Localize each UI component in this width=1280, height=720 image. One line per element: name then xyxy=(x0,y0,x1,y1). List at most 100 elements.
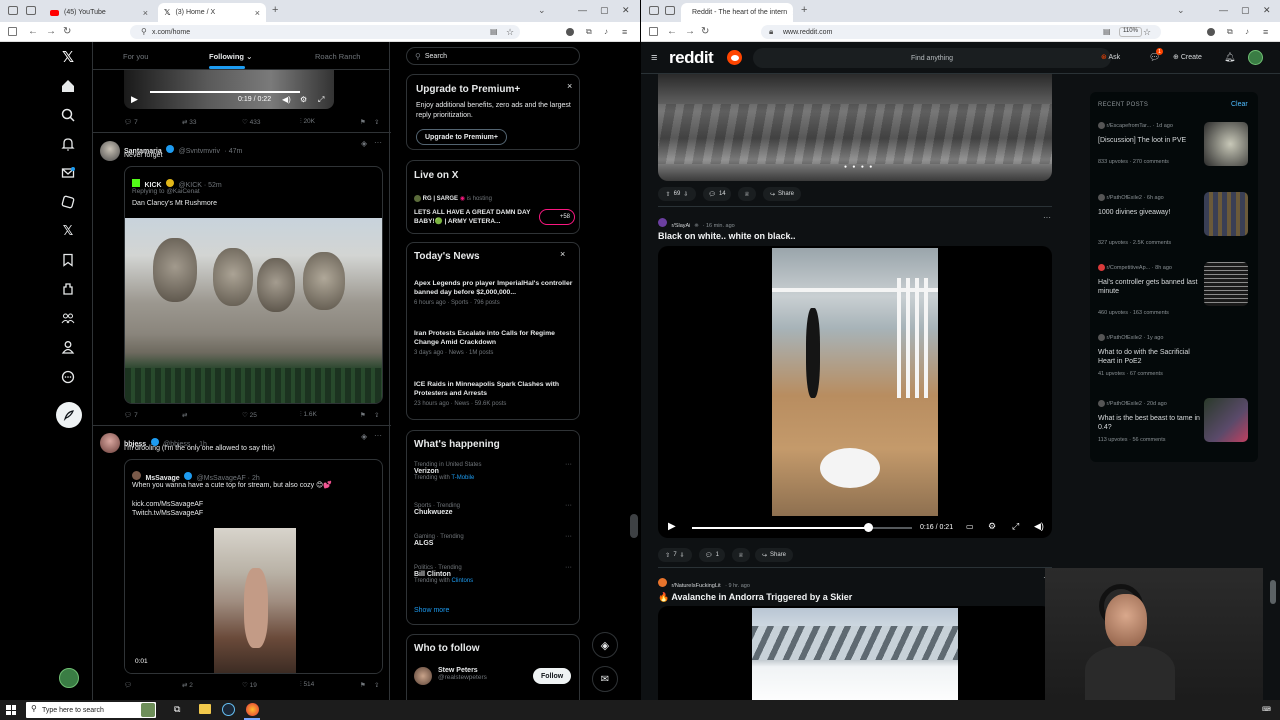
views-button[interactable]: ⫶ 514 xyxy=(300,681,314,689)
rushmore-image[interactable] xyxy=(125,218,382,403)
more-options-icon[interactable]: ··· xyxy=(565,564,572,571)
clear-button[interactable]: Clear xyxy=(1231,101,1248,108)
extension-icon[interactable] xyxy=(566,28,574,36)
share-icon[interactable]: ⇪ xyxy=(374,681,379,689)
close-icon[interactable]: × xyxy=(567,81,572,91)
new-tab-icon[interactable]: + xyxy=(272,4,278,16)
audio-icon[interactable]: ♪ xyxy=(1245,26,1249,38)
close-window-icon[interactable]: ✕ xyxy=(622,5,630,16)
recent-thumbnail[interactable] xyxy=(1204,122,1248,166)
repost-button[interactable]: ⇄ 2 xyxy=(182,681,193,689)
settings-gear-icon[interactable]: ⚙ xyxy=(300,95,307,104)
tab-for-you[interactable]: For you xyxy=(123,52,148,61)
live-listeners-button[interactable]: +58 xyxy=(539,209,575,225)
recent-post-item[interactable]: r/CompetitiveAp... · 8h ago Hal's contro… xyxy=(1098,264,1202,316)
snoo-icon[interactable] xyxy=(727,50,742,65)
captions-icon[interactable]: ▭ xyxy=(966,522,974,531)
quote-tweet[interactable]: MsSavage @MsSavageAF · 2h When you wanna… xyxy=(124,459,383,674)
like-button[interactable]: ♡ 25 xyxy=(242,411,257,419)
maximize-icon[interactable]: ▢ xyxy=(1241,5,1250,16)
sidebar-toggle-icon[interactable] xyxy=(8,27,17,36)
post-time[interactable]: · 47m xyxy=(224,148,242,155)
video-player[interactable]: 0:01 xyxy=(125,528,382,673)
live-space-title[interactable]: LETS ALL HAVE A GREAT DAMN DAY BABY!🟢 | … xyxy=(414,208,532,226)
repost-button[interactable]: ⇄ 33 xyxy=(182,118,197,126)
messages-fab-icon[interactable]: ✉ xyxy=(592,666,618,692)
taskbar-search[interactable]: ⚲ Type here to search xyxy=(26,702,156,718)
trend-extra-link[interactable]: T-Mobile xyxy=(451,475,474,481)
notification-center-icon[interactable]: ⌨ xyxy=(1262,706,1271,713)
downvote-icon[interactable]: ⇩ xyxy=(680,552,685,559)
tab-x-home[interactable]: 𝕏 (3) Home / X × xyxy=(158,3,266,22)
chevron-down-icon[interactable]: ⌄ xyxy=(538,5,546,16)
bookmark-icon[interactable]: ⚑ xyxy=(360,118,366,126)
upvote-icon[interactable]: ⇧ xyxy=(665,552,670,559)
repost-button[interactable]: ⇄ xyxy=(182,411,187,419)
reply-button[interactable]: 💬︎ xyxy=(124,681,132,689)
award-button[interactable]: ♕ xyxy=(732,548,750,562)
search-highlight-icon[interactable] xyxy=(141,703,155,717)
windows-start-icon[interactable] xyxy=(6,705,16,715)
steam-icon[interactable] xyxy=(222,703,235,716)
show-more-link[interactable]: Show more xyxy=(414,607,449,614)
share-button[interactable]: ↪ Share xyxy=(755,548,793,562)
zoom-indicator[interactable]: 110% xyxy=(1119,27,1142,37)
trend-item[interactable]: Gaming · Trending ALGS xyxy=(414,534,574,547)
subreddit-name[interactable]: r/NatureIsFuckingLit xyxy=(671,583,720,589)
tab-following[interactable]: Following ⌄ xyxy=(209,52,252,61)
fullscreen-icon[interactable]: ⤢ xyxy=(1012,521,1019,532)
quote-link[interactable]: Twitch.tv/MsSavageAF xyxy=(132,510,203,517)
play-icon[interactable]: ▶ xyxy=(131,94,138,105)
menu-icon[interactable]: ≡ xyxy=(1263,26,1268,38)
tab-actions-icon[interactable] xyxy=(8,6,18,15)
compose-post-button[interactable] xyxy=(56,402,82,428)
recent-post-item[interactable]: r/PathOfExile2 · 1y ago What to do with … xyxy=(1098,334,1202,377)
trend-item[interactable]: Politics · Trending Bill Clinton Trendin… xyxy=(414,565,574,584)
tab-groups-icon[interactable] xyxy=(665,6,675,15)
share-icon[interactable]: ⇪ xyxy=(374,411,379,419)
views-button[interactable]: ⫶ 20K xyxy=(300,118,315,126)
minimize-icon[interactable]: — xyxy=(578,5,587,15)
notifications-bell-icon[interactable]: 🔔︎ xyxy=(1224,52,1235,63)
more-options-icon[interactable]: ··· xyxy=(565,461,572,468)
bookmark-icon[interactable]: ⚑ xyxy=(360,681,366,689)
reply-button[interactable]: 💬︎ 7 xyxy=(124,411,138,419)
reddit-search[interactable]: Find anything xyxy=(753,48,1111,68)
award-button[interactable]: ♕ xyxy=(738,187,756,201)
recent-thumbnail[interactable] xyxy=(1204,262,1248,306)
picture-in-picture-icon[interactable]: ⧉ xyxy=(1227,26,1233,38)
post-title[interactable]: Black on white.. white on black.. xyxy=(658,231,796,241)
maximize-icon[interactable]: ▢ xyxy=(600,5,609,16)
more-icon[interactable] xyxy=(59,368,77,386)
profile-icon[interactable] xyxy=(59,338,77,356)
bookmark-icon[interactable]: ⚑ xyxy=(360,411,366,419)
bookmark-star-icon[interactable]: ☆ xyxy=(1143,26,1151,38)
comments-button[interactable]: 💬︎ 14 xyxy=(703,187,731,201)
url-bar[interactable]: www.reddit.com xyxy=(761,25,1161,39)
trend-item[interactable]: Sports · Trending Chukwueze xyxy=(414,503,574,516)
share-button[interactable]: ↪ Share xyxy=(763,187,801,201)
minimize-icon[interactable]: — xyxy=(1219,5,1228,15)
settings-gear-icon[interactable]: ⚙ xyxy=(988,521,996,532)
carousel-dots[interactable]: ● ● ● ● xyxy=(844,164,874,170)
mute-icon[interactable]: ◀) xyxy=(282,95,291,104)
account-avatar[interactable] xyxy=(59,668,79,688)
reddit-logo[interactable]: reddit xyxy=(669,48,714,68)
more-options-icon[interactable]: ··· xyxy=(565,533,572,540)
more-options-icon[interactable]: ··· xyxy=(565,502,572,509)
tab-groups-icon[interactable] xyxy=(26,6,36,15)
task-view-icon[interactable]: ⧉ xyxy=(174,704,180,715)
firefox-icon[interactable] xyxy=(246,703,259,716)
forward-icon[interactable]: → xyxy=(685,26,695,38)
like-button[interactable]: ♡ 19 xyxy=(242,681,257,689)
recent-post-item[interactable]: r/PathOfExile2 · 20d ago What is the bes… xyxy=(1098,400,1202,443)
reader-icon[interactable]: ▤ xyxy=(1103,26,1111,38)
trend-item[interactable]: Trending in United States Verizon Trendi… xyxy=(414,462,574,481)
avatar[interactable] xyxy=(414,667,432,685)
suggested-user[interactable]: Stew Peters @realstewpeters xyxy=(438,667,487,681)
tab-roach-ranch[interactable]: Roach Ranch xyxy=(315,52,360,61)
subreddit-name[interactable]: r/SlayAi xyxy=(671,223,690,229)
hamburger-menu-icon[interactable]: ≡ xyxy=(651,52,657,64)
downvote-icon[interactable]: ⇩ xyxy=(683,191,688,198)
extension-icon[interactable] xyxy=(1207,28,1215,36)
